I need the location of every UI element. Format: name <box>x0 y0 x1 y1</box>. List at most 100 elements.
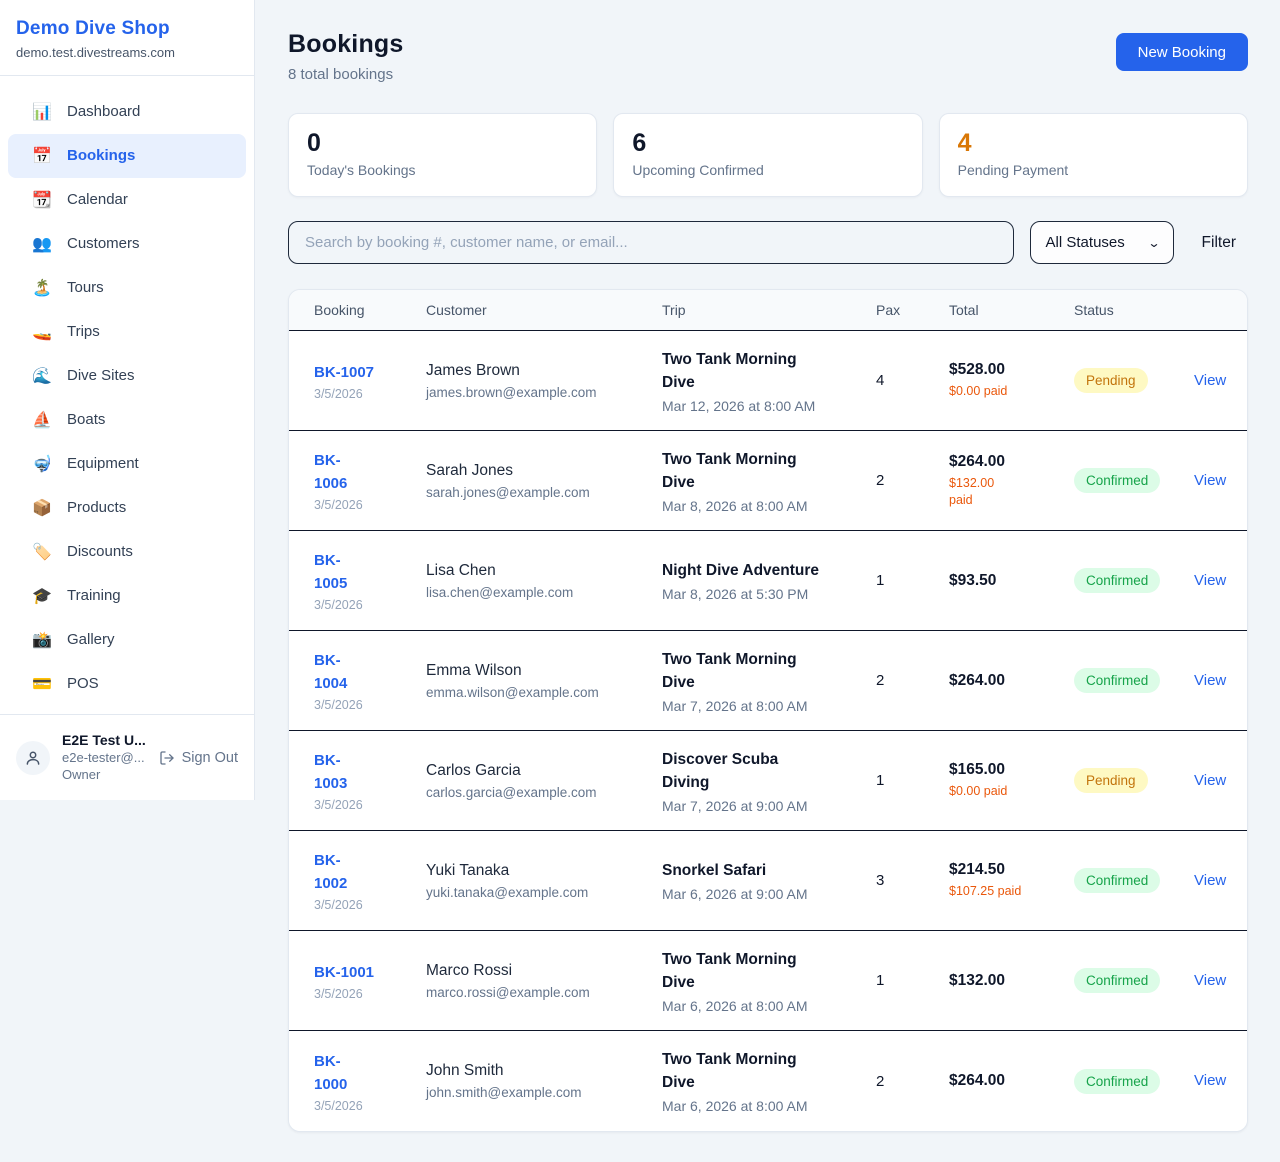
booking-cell: BK- 1004 3/5/2026 <box>314 649 426 712</box>
pax-cell: 2 <box>876 672 949 689</box>
booking-id-link[interactable]: BK- 1005 <box>314 552 347 592</box>
customer-cell: Lisa Chen lisa.chen@example.com <box>426 562 662 600</box>
total-amount: $528.00 <box>949 361 1074 379</box>
view-link[interactable]: View <box>1194 672 1226 689</box>
nav-item-label: Tours <box>67 276 104 300</box>
new-booking-button[interactable]: New Booking <box>1116 33 1248 71</box>
paid-amount: $132.00 paid <box>949 475 1074 509</box>
trip-cell: Two Tank Morning Dive Mar 12, 2026 at 8:… <box>662 348 876 414</box>
paid-amount: $0.00 paid <box>949 783 1074 800</box>
table-body: BK-1007 3/5/2026 James Brown james.brown… <box>289 331 1247 1131</box>
view-link[interactable]: View <box>1194 972 1226 989</box>
sidebar-item-dashboard[interactable]: 📊 Dashboard <box>8 90 246 134</box>
booking-id-link[interactable]: BK-1001 <box>314 964 374 981</box>
nav-item-icon: 🏝️ <box>31 276 53 300</box>
booking-id-link[interactable]: BK-1007 <box>314 364 374 381</box>
customer-email: marco.rossi@example.com <box>426 985 662 1000</box>
customer-name: Marco Rossi <box>426 962 662 980</box>
booking-date: 3/5/2026 <box>314 698 426 712</box>
customer-cell: Yuki Tanaka yuki.tanaka@example.com <box>426 862 662 900</box>
total-amount: $264.00 <box>949 672 1074 690</box>
pax-cell: 2 <box>876 472 949 489</box>
nav-item-label: Bookings <box>67 144 135 168</box>
table-row: BK- 1003 3/5/2026 Carlos Garcia carlos.g… <box>289 731 1247 831</box>
status-badge: Confirmed <box>1074 568 1160 593</box>
sidebar-item-gallery[interactable]: 📸 Gallery <box>8 618 246 662</box>
pax-cell: 1 <box>876 972 949 989</box>
trip-cell: Two Tank Morning Dive Mar 7, 2026 at 8:0… <box>662 648 876 714</box>
view-link[interactable]: View <box>1194 1072 1226 1089</box>
pax-cell: 3 <box>876 872 949 889</box>
trip-cell: Snorkel Safari Mar 6, 2026 at 9:00 AM <box>662 859 876 902</box>
trip-datetime: Mar 7, 2026 at 9:00 AM <box>662 798 876 814</box>
status-cell: Pending <box>1074 368 1194 393</box>
search-input[interactable] <box>288 221 1014 264</box>
total-amount: $93.50 <box>949 572 1074 590</box>
user-panel: E2E Test U... e2e-tester@... Owner Sign … <box>0 714 254 800</box>
nav-item-label: POS <box>67 672 99 696</box>
status-cell: Pending <box>1074 768 1194 793</box>
column-header: Customer <box>426 302 662 318</box>
total-cell: $165.00 $0.00 paid <box>949 761 1074 800</box>
sidebar-item-calendar[interactable]: 📆 Calendar <box>8 178 246 222</box>
column-header: Pax <box>876 302 949 318</box>
total-cell: $132.00 <box>949 972 1074 990</box>
customer-name: John Smith <box>426 1062 662 1080</box>
sidebar-nav: 📊 Dashboard 📅 Bookings 📆 Calendar 👥 Cust… <box>0 76 254 706</box>
customer-cell: Emma Wilson emma.wilson@example.com <box>426 662 662 700</box>
nav-item-label: Training <box>67 584 121 608</box>
trip-datetime: Mar 7, 2026 at 8:00 AM <box>662 698 876 714</box>
booking-date: 3/5/2026 <box>314 387 426 401</box>
brand-domain: demo.test.divestreams.com <box>16 45 238 60</box>
sidebar-item-tours[interactable]: 🏝️ Tours <box>8 266 246 310</box>
sidebar-item-boats[interactable]: ⛵ Boats <box>8 398 246 442</box>
stat-card-pending-payment: 4 Pending Payment <box>939 113 1248 197</box>
nav-item-label: Gallery <box>67 628 115 652</box>
sidebar-item-trips[interactable]: 🚤 Trips <box>8 310 246 354</box>
view-link[interactable]: View <box>1194 772 1226 789</box>
nav-item-icon: 👥 <box>31 232 53 256</box>
booking-id-link[interactable]: BK- 1006 <box>314 452 347 492</box>
view-link[interactable]: View <box>1194 472 1226 489</box>
status-filter-select[interactable]: All Statuses ⌄ <box>1030 221 1174 264</box>
view-link[interactable]: View <box>1194 372 1226 389</box>
trip-name: Night Dive Adventure <box>662 559 876 582</box>
column-header: Booking <box>314 302 426 318</box>
booking-id-link[interactable]: BK- 1000 <box>314 1053 347 1093</box>
booking-id-link[interactable]: BK- 1004 <box>314 652 347 692</box>
sidebar-item-training[interactable]: 🎓 Training <box>8 574 246 618</box>
action-cell: View <box>1194 772 1226 790</box>
person-icon <box>24 749 42 767</box>
nav-item-label: Equipment <box>67 452 139 476</box>
user-name: E2E Test U... <box>62 732 146 749</box>
trip-datetime: Mar 6, 2026 at 8:00 AM <box>662 998 876 1014</box>
booking-date: 3/5/2026 <box>314 898 426 912</box>
paid-amount: $107.25 paid <box>949 883 1074 900</box>
total-amount: $165.00 <box>949 761 1074 779</box>
customer-email: emma.wilson@example.com <box>426 685 662 700</box>
customer-email: john.smith@example.com <box>426 1085 662 1100</box>
sidebar-item-dive-sites[interactable]: 🌊 Dive Sites <box>8 354 246 398</box>
sign-out-button[interactable]: Sign Out <box>159 750 238 766</box>
nav-item-label: Dashboard <box>67 100 140 124</box>
sidebar-item-customers[interactable]: 👥 Customers <box>8 222 246 266</box>
sidebar-item-discounts[interactable]: 🏷️ Discounts <box>8 530 246 574</box>
sidebar-item-pos[interactable]: 💳 POS <box>8 662 246 706</box>
filter-button[interactable]: Filter <box>1190 234 1248 252</box>
page-header-text: Bookings 8 total bookings <box>288 30 404 83</box>
table-row: BK- 1000 3/5/2026 John Smith john.smith@… <box>289 1031 1247 1131</box>
sidebar-item-bookings[interactable]: 📅 Bookings <box>8 134 246 178</box>
trip-name: Two Tank Morning Dive <box>662 948 876 994</box>
view-link[interactable]: View <box>1194 572 1226 589</box>
booking-id-link[interactable]: BK- 1003 <box>314 752 347 792</box>
column-header: Trip <box>662 302 876 318</box>
sidebar-item-products[interactable]: 📦 Products <box>8 486 246 530</box>
booking-id-link[interactable]: BK- 1002 <box>314 852 347 892</box>
view-link[interactable]: View <box>1194 872 1226 889</box>
pax-cell: 4 <box>876 372 949 389</box>
sidebar-item-equipment[interactable]: 🤿 Equipment <box>8 442 246 486</box>
trip-name: Two Tank Morning Dive <box>662 348 876 394</box>
trip-cell: Two Tank Morning Dive Mar 6, 2026 at 8:0… <box>662 1048 876 1114</box>
table-row: BK- 1004 3/5/2026 Emma Wilson emma.wilso… <box>289 631 1247 731</box>
table-row: BK- 1002 3/5/2026 Yuki Tanaka yuki.tanak… <box>289 831 1247 931</box>
